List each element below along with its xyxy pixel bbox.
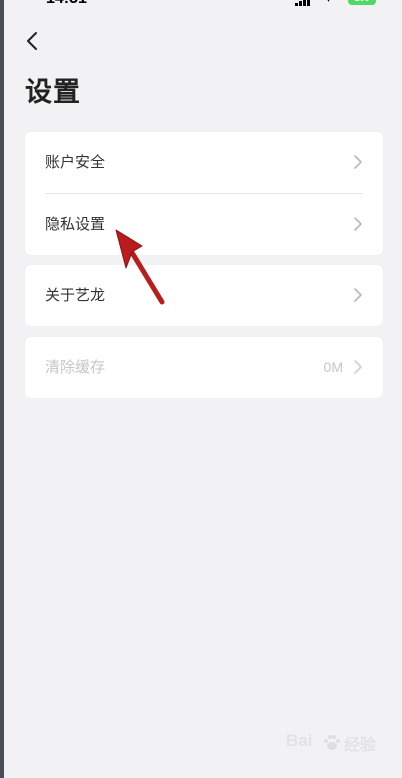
signal-icon bbox=[295, 0, 311, 6]
settings-item-label: 隐私设置 bbox=[45, 215, 106, 233]
settings-group-cache: 清除缓存 0M bbox=[25, 337, 383, 398]
cache-size-value: 0M bbox=[323, 359, 343, 375]
status-time: 14:31 bbox=[46, 0, 87, 8]
wifi-icon: ▾ bbox=[326, 0, 336, 5]
chevron-left-icon bbox=[27, 32, 37, 50]
window-edge bbox=[0, 0, 4, 778]
settings-group-account: 账户安全 隐私设置 bbox=[25, 132, 383, 255]
settings-item-account-security[interactable]: 账户安全 bbox=[25, 132, 383, 193]
chevron-right-icon bbox=[354, 217, 362, 231]
chevron-right-icon bbox=[354, 155, 362, 169]
settings-item-about[interactable]: 关于艺龙 bbox=[25, 265, 383, 326]
baidu-watermark: Bai 经验 bbox=[286, 731, 382, 759]
page-title: 设置 bbox=[25, 77, 81, 108]
back-button[interactable] bbox=[22, 28, 46, 54]
battery-level: 100 bbox=[354, 0, 369, 3]
chevron-right-icon bbox=[354, 360, 362, 374]
settings-item-privacy[interactable]: 隐私设置 bbox=[25, 194, 383, 255]
watermark-text-left: Bai bbox=[286, 731, 313, 750]
paw-icon bbox=[324, 735, 340, 750]
settings-item-label: 账户安全 bbox=[45, 153, 106, 171]
settings-item-label: 关于艺龙 bbox=[45, 286, 106, 304]
status-bar: 14:31 ▾ 100 bbox=[0, 0, 402, 8]
chevron-right-icon bbox=[354, 288, 362, 302]
settings-item-clear-cache[interactable]: 清除缓存 0M bbox=[25, 337, 383, 398]
battery-icon: 100 bbox=[348, 0, 376, 5]
settings-group-about: 关于艺龙 bbox=[25, 265, 383, 326]
watermark-text-right: 经验 bbox=[344, 737, 377, 754]
settings-item-label: 清除缓存 bbox=[45, 358, 106, 376]
